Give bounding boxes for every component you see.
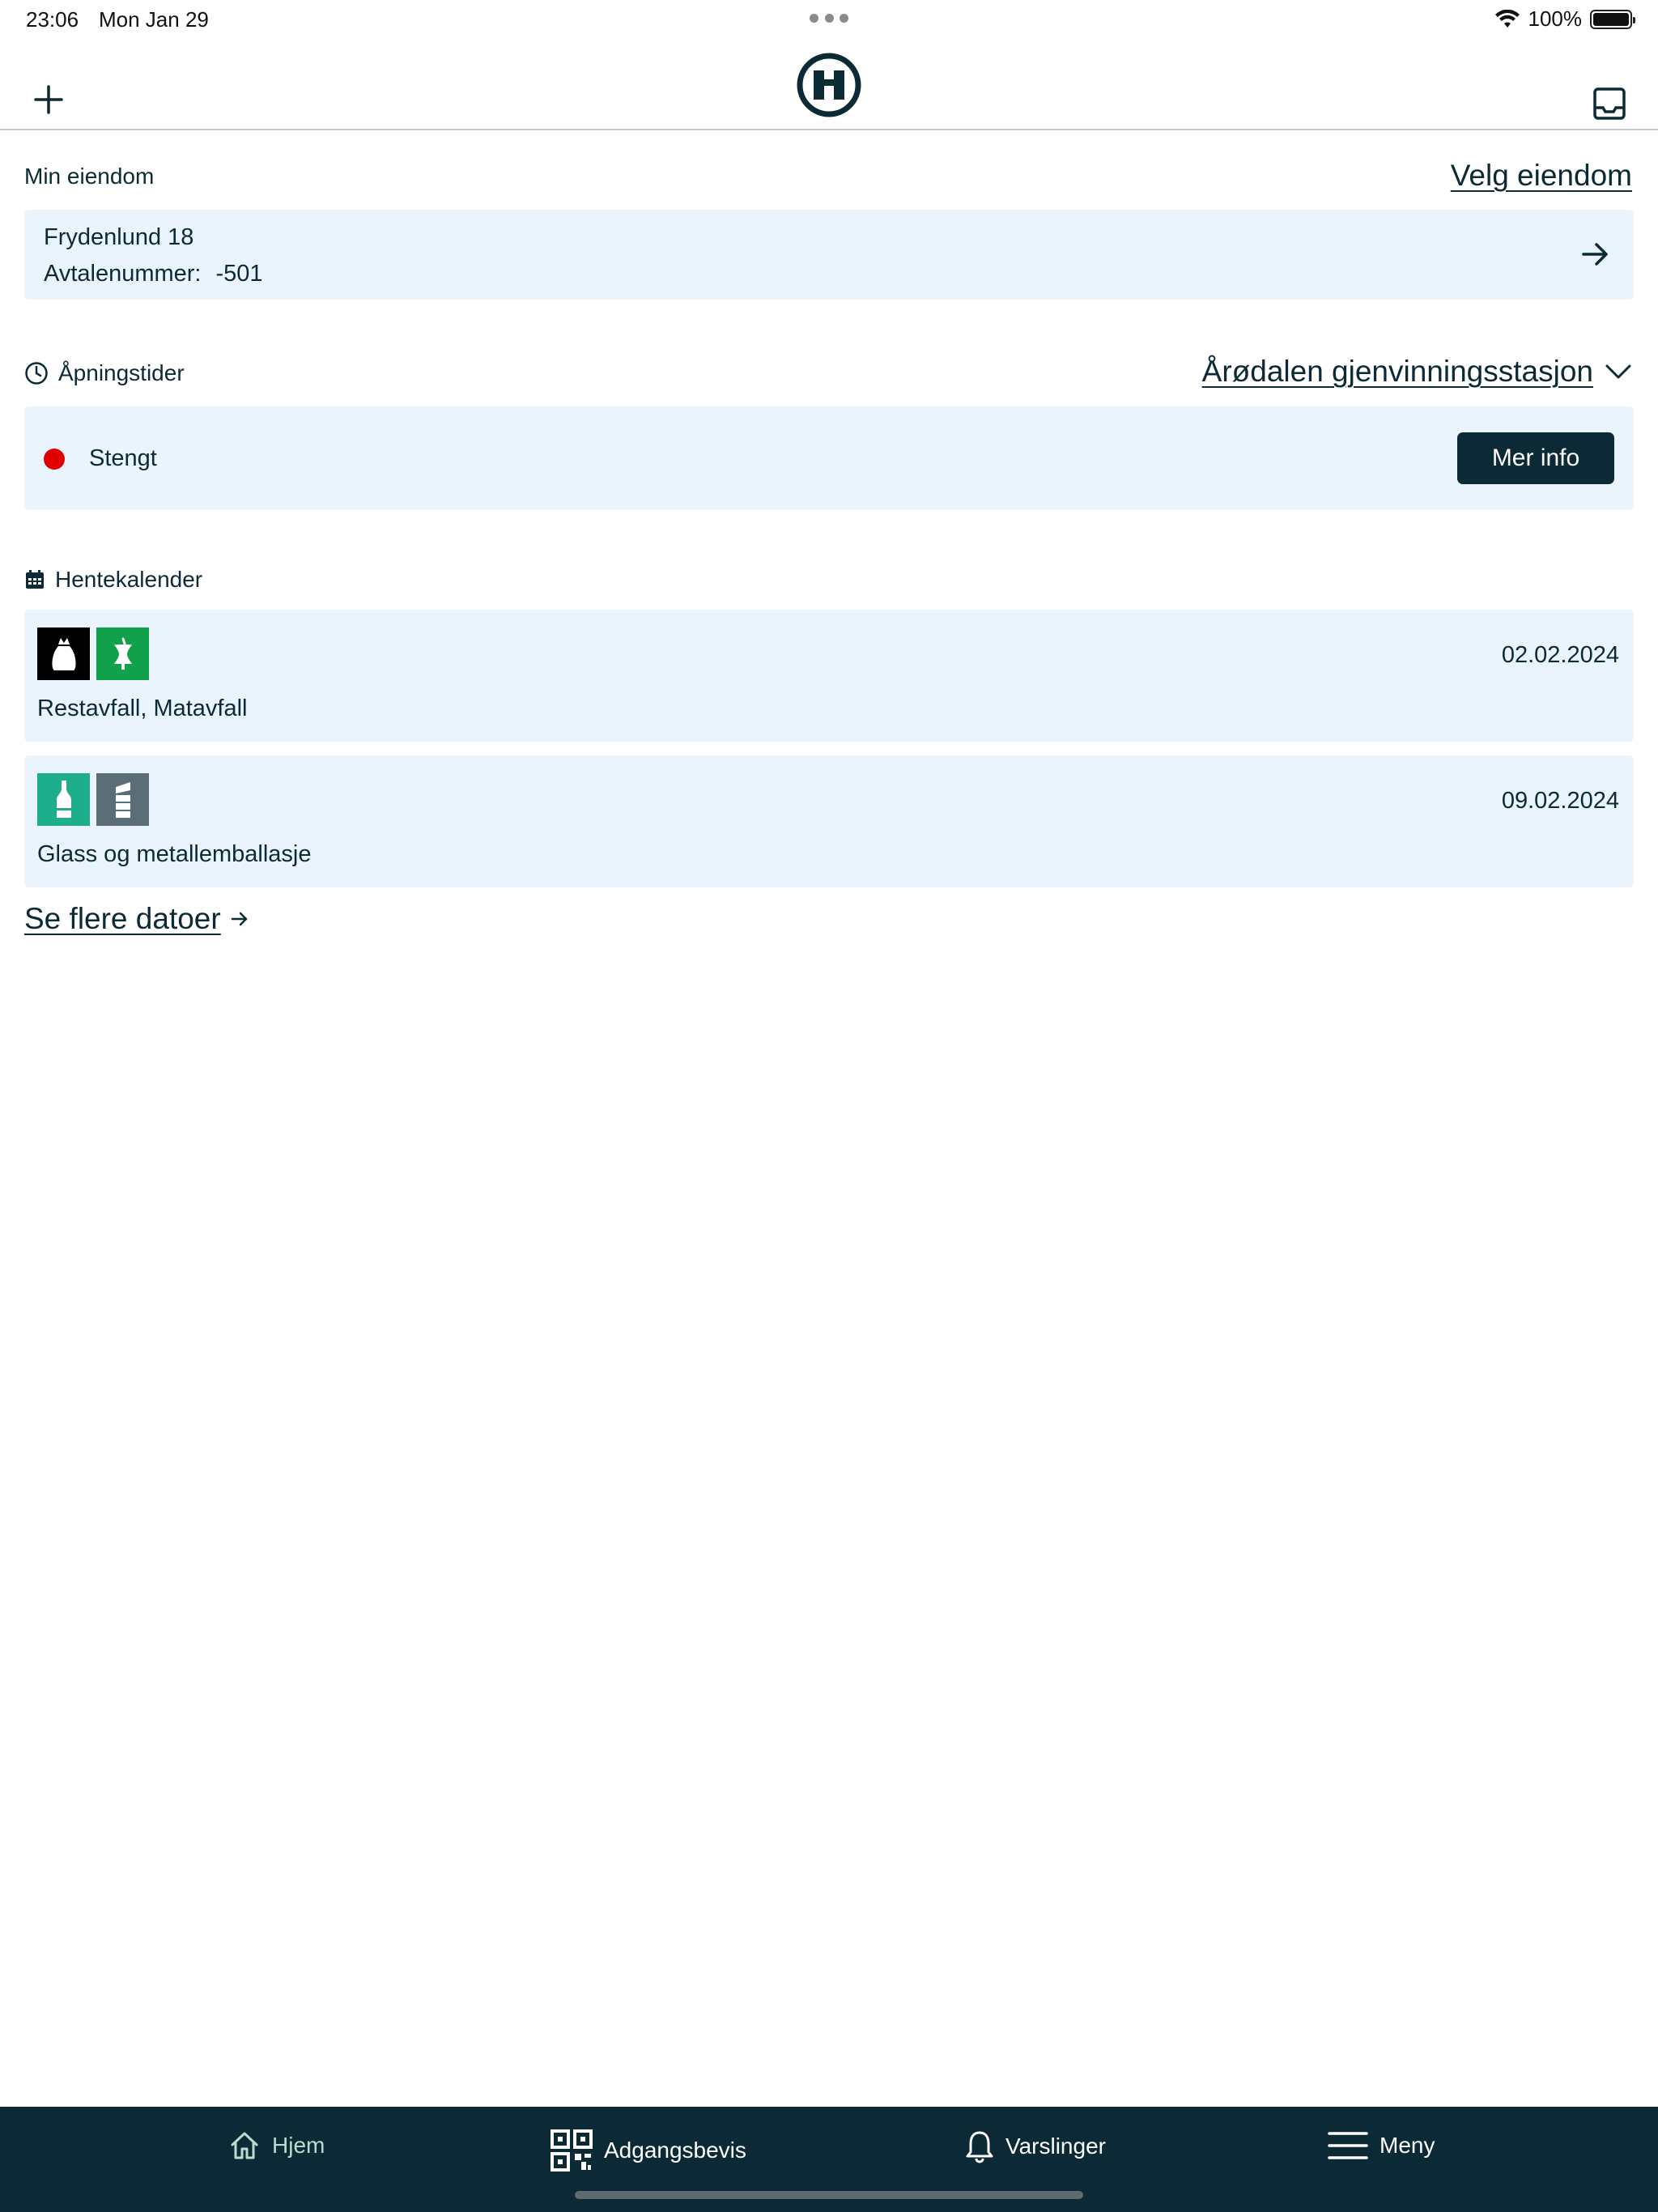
status-right: 100% <box>1494 6 1635 32</box>
app-header <box>0 39 1658 130</box>
arrow-right-icon <box>231 912 247 926</box>
residual-waste-icon <box>37 627 90 680</box>
status-date: Mon Jan 29 <box>99 7 209 32</box>
qr-code-icon <box>551 2129 593 2172</box>
agreement-row: Avtalenummer: -501 <box>44 261 263 287</box>
food-waste-icon <box>96 627 149 680</box>
tab-notifications-label: Varslinger <box>1005 2133 1106 2159</box>
multitasking-dots[interactable] <box>810 14 848 23</box>
calendar-section-label: Hentekalender <box>24 567 202 593</box>
calendar-section-text: Hentekalender <box>55 567 203 592</box>
opening-status-text: Stengt <box>89 445 157 471</box>
see-more-dates-link[interactable]: Se flere datoer <box>24 902 250 936</box>
station-selector[interactable]: Årødalen gjenvinningsstasjon <box>1202 355 1632 389</box>
arrow-right-icon <box>1582 243 1608 266</box>
agreement-number: -501 <box>215 261 263 287</box>
calendar-icon <box>26 570 44 589</box>
pickup-label: Glass og metallemballasje <box>37 841 312 867</box>
metal-can-icon <box>96 773 149 826</box>
tab-access-card[interactable]: Adgangsbevis <box>551 2129 746 2172</box>
see-more-dates-text[interactable]: Se flere datoer <box>24 902 221 936</box>
inbox-icon[interactable] <box>1592 86 1627 121</box>
home-icon <box>231 2132 258 2159</box>
status-time: 23:06 <box>26 7 79 32</box>
pickup-label: Restavfall, Matavfall <box>37 696 248 721</box>
property-address: Frydenlund 18 <box>44 224 194 250</box>
wifi-icon <box>1494 9 1520 28</box>
pickup-item[interactable]: 09.02.2024 Glass og metallemballasje <box>24 755 1634 887</box>
tab-notifications[interactable]: Varslinger <box>965 2129 1106 2163</box>
waste-type-icons <box>37 627 149 680</box>
pickup-date: 02.02.2024 <box>1501 642 1619 668</box>
closed-status-dot <box>44 449 65 470</box>
app-logo[interactable] <box>796 52 862 118</box>
plus-icon[interactable] <box>32 83 65 116</box>
property-section-label: Min eiendom <box>24 164 154 189</box>
bottom-tab-bar: Hjem Adgangsbevis Varslinger Meny <box>0 2107 1658 2212</box>
battery-icon <box>1590 9 1635 29</box>
bell-icon <box>966 2131 993 2163</box>
tab-home[interactable]: Hjem <box>228 2129 325 2162</box>
select-property-link[interactable]: Velg eiendom <box>1451 159 1632 193</box>
property-card[interactable]: Frydenlund 18 Avtalenummer: -501 <box>24 210 1634 300</box>
chevron-down-icon[interactable] <box>1605 363 1632 381</box>
tab-menu[interactable]: Meny <box>1328 2129 1435 2162</box>
battery-percent: 100% <box>1528 6 1583 31</box>
agreement-label: Avtalenummer: <box>44 261 202 287</box>
home-indicator[interactable] <box>575 2191 1083 2199</box>
menu-icon <box>1328 2132 1368 2159</box>
more-info-button[interactable]: Mer info <box>1457 432 1614 484</box>
clock-icon <box>25 362 48 385</box>
pickup-date: 09.02.2024 <box>1501 788 1619 814</box>
pickup-item[interactable]: 02.02.2024 Restavfall, Matavfall <box>24 610 1634 742</box>
status-bar: 23:06 Mon Jan 29 100% <box>0 0 1658 39</box>
opening-hours-text: Åpningstider <box>58 360 185 385</box>
waste-type-icons <box>37 773 149 826</box>
tab-home-label: Hjem <box>272 2133 325 2158</box>
tab-access-card-label: Adgangsbevis <box>604 2138 746 2163</box>
glass-bottle-icon <box>37 773 90 826</box>
opening-status-card: Stengt Mer info <box>24 406 1634 510</box>
tab-menu-label: Meny <box>1380 2133 1435 2158</box>
station-name[interactable]: Årødalen gjenvinningsstasjon <box>1202 355 1593 389</box>
opening-hours-section-label: Åpningstider <box>24 360 185 386</box>
property-section-text: Min eiendom <box>24 164 155 189</box>
